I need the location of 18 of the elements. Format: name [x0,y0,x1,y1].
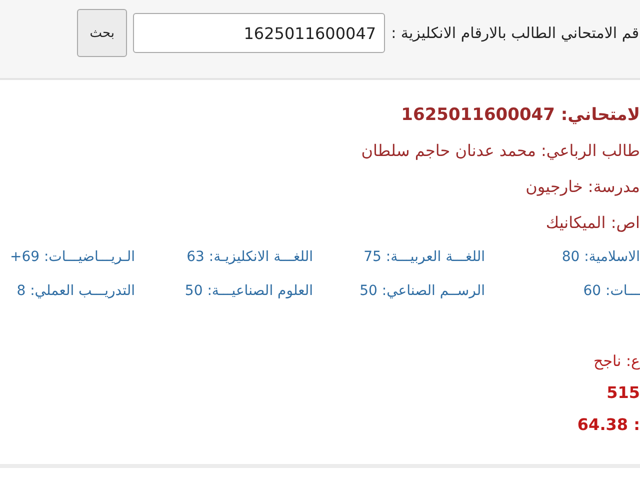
info-line: اص: الميكانيك [546,212,640,234]
grade-text: اللغـــة العربيـــة: 75 [362,248,485,267]
info-line: لامتحاني: 1625011600047 [401,104,640,126]
result-line: : 64.38 [577,414,640,436]
grade-text: ـــات: 60 [582,282,640,301]
grade-text: اللغـــة الانكليزيـة: 63 [186,248,313,267]
grade-text: الـريـــاضيـــات: 69+ [10,248,135,267]
grade-text: الاسلامية: 80 [560,248,640,267]
grade-text: العلوم الصناعيـــة: 50 [184,282,313,301]
grade-text: الرســم الصناعي: 50 [358,282,485,301]
search-label: قم الامتحاني الطالب بالارقام الانكليزية : [391,24,639,42]
exam-number-field[interactable]: 1625011600047 [133,13,386,53]
info-line: طالب الرباعي: محمد عدنان حاجم سلطان [361,140,640,162]
info-line: مدرسة: خارجيون [526,176,640,198]
result-line: 515 [606,382,640,404]
result-line: ع: ناجح [594,351,640,372]
grade-text: التدريـــب العملي: 8 [16,282,135,301]
search-button[interactable]: بحث [77,9,128,57]
